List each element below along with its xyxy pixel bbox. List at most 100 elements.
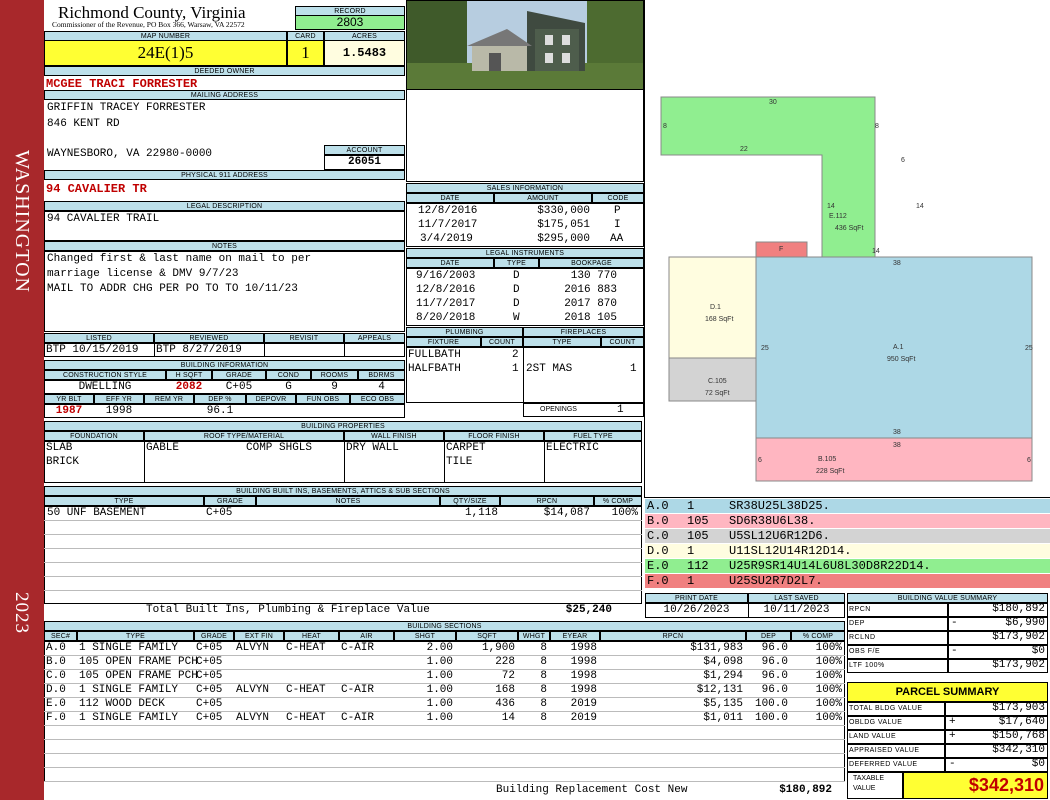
section-comp-2: 100% bbox=[815, 670, 842, 682]
section-type-2: 105 OPEN FRAME PCH bbox=[79, 670, 198, 682]
section-type-4: 112 WOOD DECK bbox=[79, 698, 165, 710]
section-dep-3: 96.0 bbox=[761, 684, 788, 696]
reviewed-label: REVIEWED bbox=[154, 333, 264, 343]
code-sec-3: D.0 bbox=[647, 544, 669, 558]
acres-value: 1.5483 bbox=[324, 40, 405, 66]
instr-type-0: D bbox=[513, 270, 520, 282]
code-str-5: U25SU2R7D2L7. bbox=[729, 574, 823, 588]
instruments-label: LEGAL INSTRUMENTS bbox=[406, 248, 644, 258]
section-sec-1: B.0 bbox=[46, 656, 66, 668]
parcel-summary-label: PARCEL SUMMARY bbox=[847, 682, 1048, 702]
sections-h-3: EXT FIN bbox=[234, 631, 284, 641]
section-sec-5: F.0 bbox=[46, 712, 66, 724]
code-sec-4: E.0 bbox=[647, 559, 669, 573]
builtins-label: BUILDING BUILT INS, BASEMENTS, ATTICS & … bbox=[44, 486, 642, 496]
revisit-label: REVISIT bbox=[264, 333, 344, 343]
sketch-label-18: C.105 bbox=[708, 378, 727, 385]
sales-label: SALES INFORMATION bbox=[406, 183, 644, 193]
bi-h-qty: QTY/SIZE bbox=[440, 496, 500, 506]
ps-sign-4: - bbox=[949, 758, 956, 770]
section-air-0: C-AIR bbox=[341, 642, 375, 654]
sketch-label-11: 38 bbox=[893, 260, 901, 267]
instr-date-1: 12/8/2016 bbox=[416, 284, 476, 296]
instr-h-type: TYPE bbox=[494, 258, 539, 268]
section-whgt-5: 8 bbox=[540, 712, 547, 724]
bldg-grade: C+05 bbox=[225, 381, 253, 393]
section-sqft-2: 72 bbox=[501, 670, 515, 682]
vs-label-2: RCLND bbox=[849, 634, 876, 641]
tax-year: 2023 bbox=[11, 592, 32, 634]
sections-h-12: % COMP bbox=[791, 631, 845, 641]
section-shgt-5: 1.00 bbox=[426, 712, 453, 724]
code-row-5 bbox=[645, 574, 1050, 589]
bldg-h-grade: GRADE bbox=[212, 370, 266, 380]
vs-sign-1: - bbox=[951, 617, 958, 629]
sketch-label-3: 22 bbox=[740, 146, 748, 153]
sketch-label-4: 6 bbox=[901, 157, 905, 164]
print-date: 10/26/2023 bbox=[663, 604, 730, 616]
plumb-h-fixture: FIXTURE bbox=[406, 337, 481, 347]
sketch-label-12: D.1 bbox=[710, 304, 721, 311]
section-extfin-2 bbox=[236, 669, 281, 683]
section-whgt-3: 8 bbox=[540, 684, 547, 696]
section-rpcn-0: $131,983 bbox=[690, 642, 743, 654]
sales-amt-0: $330,000 bbox=[537, 205, 590, 217]
bi-comp-0: 100% bbox=[611, 507, 638, 519]
code-sec-1: B.0 bbox=[647, 514, 669, 528]
bi-qty-0: 1,118 bbox=[464, 507, 498, 519]
physical-label: PHYSICAL 911 ADDRESS bbox=[44, 170, 405, 180]
sketch-label-22: 6 bbox=[758, 457, 762, 464]
sketch-label-19: 72 SqFt bbox=[705, 390, 730, 397]
sections-label: BUILDING SECTIONS bbox=[44, 621, 845, 631]
sales-code-1: I bbox=[614, 219, 621, 231]
section-shgt-3: 1.00 bbox=[426, 684, 453, 696]
section-heat-4 bbox=[286, 697, 336, 711]
owner-name: MCGEE TRACI FORRESTER bbox=[46, 77, 198, 91]
section-grade-1: C+05 bbox=[196, 656, 223, 668]
code-n-4: 112 bbox=[687, 559, 709, 573]
reviewed-value: BTP 8/27/2019 bbox=[156, 344, 242, 356]
section-comp-4: 100% bbox=[815, 698, 842, 710]
sales-date-1: 11/7/2017 bbox=[418, 219, 478, 231]
section-extfin-3: ALVYN bbox=[236, 684, 270, 696]
section-shgt-0: 2.00 bbox=[426, 642, 453, 654]
bi-rpcn-0: $14,087 bbox=[543, 507, 590, 519]
section-comp-0: 100% bbox=[815, 642, 842, 654]
section-dep-1: 96.0 bbox=[761, 656, 788, 668]
ps-value-3: $342,310 bbox=[992, 744, 1045, 756]
ps-label-3: APPRAISED VALUE bbox=[849, 747, 920, 754]
county-subtitle: Commissioner of the Revenue, PO Box 366,… bbox=[52, 20, 245, 29]
section-sqft-1: 228 bbox=[495, 656, 515, 668]
instr-type-2: D bbox=[513, 298, 520, 310]
section-extfin-4 bbox=[236, 697, 281, 711]
section-dep-5: 100.0 bbox=[754, 712, 788, 724]
map-number: 24E(1)5 bbox=[44, 40, 287, 66]
section-sqft-3: 168 bbox=[495, 684, 515, 696]
bldg-h-funobs: FUN OBS bbox=[296, 394, 350, 404]
owner-label: DEEDED OWNER bbox=[44, 66, 405, 76]
section-comp-3: 100% bbox=[815, 684, 842, 696]
section-sec-2: C.0 bbox=[46, 670, 66, 682]
bi-h-rpcn: RPCN bbox=[500, 496, 594, 506]
sketch-label-8: E.112 bbox=[829, 213, 847, 220]
bldg-h-style: CONSTRUCTION STYLE bbox=[44, 370, 166, 380]
fireplaces-label: FIREPLACES bbox=[523, 327, 644, 337]
section-dep-2: 96.0 bbox=[761, 670, 788, 682]
section-grade-0: C+05 bbox=[196, 642, 223, 654]
code-n-2: 105 bbox=[687, 529, 709, 543]
notes-line2: marriage license & DMV 9/7/23 bbox=[47, 268, 239, 280]
ps-label-2: LAND VALUE bbox=[849, 733, 897, 740]
vs-label-4: LTF 100% bbox=[849, 662, 885, 669]
card-number: 1 bbox=[287, 40, 324, 66]
sections-h-9: EYEAR bbox=[550, 631, 600, 641]
ps-value-2: $150,768 bbox=[992, 730, 1045, 742]
instr-type-1: D bbox=[513, 284, 520, 296]
code-n-0: 1 bbox=[687, 499, 695, 513]
bldg-h-remyr: REM YR bbox=[144, 394, 194, 404]
sales-date-0: 12/8/2016 bbox=[418, 205, 478, 217]
code-sec-5: F.0 bbox=[647, 574, 669, 588]
sales-date-2: 3/4/2019 bbox=[420, 233, 473, 245]
building-label: BUILDING INFORMATION bbox=[44, 360, 405, 370]
roof-material: COMP SHGLS bbox=[246, 442, 313, 454]
plumb-h-count: COUNT bbox=[481, 337, 523, 347]
